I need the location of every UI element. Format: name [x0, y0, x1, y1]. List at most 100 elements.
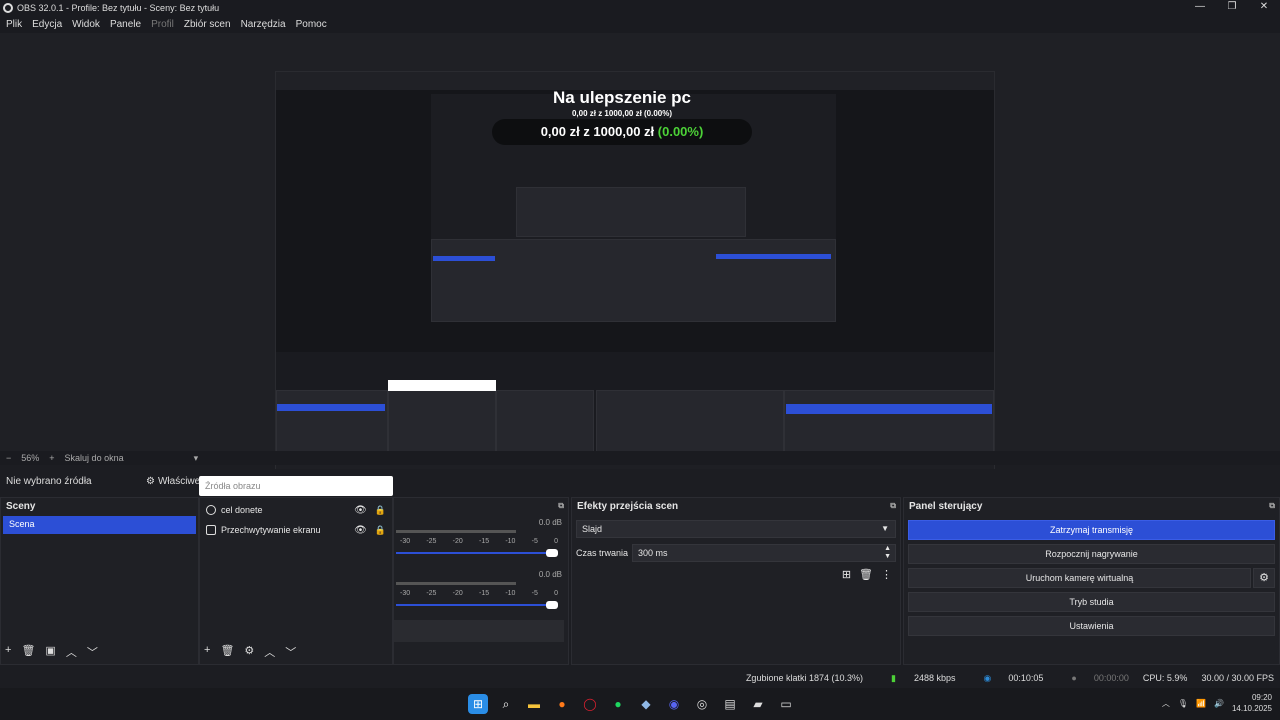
- epic-games-icon[interactable]: ▤: [720, 694, 740, 714]
- scenes-dock: Sceny Scena + 🗑 ▣ ︿ ﹀: [0, 497, 199, 665]
- microphone-icon[interactable]: 🎙: [1178, 699, 1188, 708]
- duration-field[interactable]: 300 ms ▲ ▼: [632, 544, 896, 562]
- preview-area[interactable]: Na ulepszenie pc 0,00 zł z 1000,00 zł (0…: [0, 33, 1280, 478]
- spinner-icon[interactable]: ▲ ▼: [884, 545, 891, 561]
- tray-chevron-icon[interactable]: ︿: [1162, 698, 1170, 709]
- no-source-label: Nie wybrano źródła: [6, 475, 92, 487]
- scale-mode[interactable]: Skaluj do okna: [65, 453, 124, 463]
- studio-mode-button[interactable]: Tryb studia: [908, 592, 1275, 612]
- duration-value: 300 ms: [638, 548, 668, 558]
- chevron-down-icon: ▼: [881, 524, 889, 533]
- goal-pill: 0,00 zł z 1000,00 zł (0.00%): [492, 119, 752, 145]
- signal-icon: ▮: [891, 672, 896, 683]
- file-explorer-icon[interactable]: ▬: [524, 694, 544, 714]
- sources-toolbar: + 🗑 ⚙ ︿ ﹀: [204, 644, 296, 660]
- display-capture-icon: [206, 525, 216, 535]
- transition-toolbar: ⊞ 🗑 ⋮: [842, 568, 892, 581]
- lock-icon[interactable]: 🔒: [375, 525, 386, 536]
- scene-item[interactable]: Scena: [3, 516, 196, 534]
- window-controls: — ❐ ✕: [1184, 0, 1280, 16]
- source-context-bar: Nie wybrano źródła ⚙ Właściwe: [0, 469, 1280, 493]
- clock-date: 14.10.2025: [1231, 704, 1272, 713]
- add-source-icon[interactable]: +: [204, 644, 210, 660]
- volume-slider[interactable]: [396, 549, 558, 557]
- lock-icon[interactable]: 🔒: [375, 505, 386, 516]
- add-scene-icon[interactable]: +: [5, 644, 11, 660]
- goal-percent: (0.00%): [657, 124, 704, 139]
- mixer-channel: 0.0 dB -30 -25 -20 -15 -10 -5 0: [394, 568, 568, 620]
- fps: 30.00 / 30.00 FPS: [1201, 673, 1274, 683]
- clock-time: 09:20: [1251, 693, 1272, 702]
- move-down-icon[interactable]: ﹀: [87, 644, 98, 660]
- steam-icon[interactable]: ◆: [636, 694, 656, 714]
- nested-title: [276, 72, 994, 82]
- source-item[interactable]: Przechwytywanie ekranu 👁 🔒: [200, 520, 392, 540]
- gear-icon: ⚙: [146, 475, 155, 487]
- menu-file[interactable]: Plik: [6, 19, 22, 30]
- delete-transition-icon[interactable]: 🗑: [859, 568, 873, 581]
- menu-help[interactable]: Pomoc: [296, 19, 327, 30]
- transition-select[interactable]: Slajd ▼: [576, 520, 896, 538]
- firefox-icon[interactable]: ●: [552, 694, 572, 714]
- settings-button[interactable]: Ustawienia: [908, 616, 1275, 636]
- clock[interactable]: 09:20 14.10.2025: [1232, 692, 1272, 714]
- minimize-button[interactable]: —: [1184, 0, 1216, 16]
- volume-db: 0.0 dB: [538, 518, 562, 527]
- stop-streaming-button[interactable]: Zatrzymaj transmisję: [908, 520, 1275, 540]
- source-item[interactable]: cel donete 👁 🔒: [200, 500, 392, 520]
- visibility-icon[interactable]: 👁: [354, 525, 367, 536]
- add-transition-icon[interactable]: ⊞: [842, 568, 851, 581]
- move-down-icon[interactable]: ﹀: [285, 644, 296, 660]
- app-icon[interactable]: ▰: [748, 694, 768, 714]
- menu-bar: Plik Edycja Widok Panele Profil Zbiór sc…: [0, 16, 1280, 33]
- transitions-title: Efekty przejścia scen: [577, 501, 679, 512]
- source-properties-icon[interactable]: ⚙: [244, 644, 254, 660]
- source-label: cel donete: [221, 505, 263, 515]
- delete-scene-icon[interactable]: 🗑: [21, 644, 35, 660]
- volume-db: 0.0 dB: [538, 570, 562, 579]
- spotify-icon[interactable]: ●: [608, 694, 628, 714]
- slider-knob[interactable]: [546, 601, 558, 609]
- menu-view[interactable]: Widok: [72, 19, 100, 30]
- volume-icon[interactable]: 🔊: [1214, 699, 1224, 708]
- close-button[interactable]: ✕: [1248, 0, 1280, 16]
- move-up-icon[interactable]: ︿: [66, 644, 77, 660]
- delete-source-icon[interactable]: 🗑: [220, 644, 234, 660]
- search-icon[interactable]: ⌕: [496, 694, 516, 714]
- opera-icon[interactable]: ◯: [580, 694, 600, 714]
- maximize-button[interactable]: ❐: [1216, 0, 1248, 16]
- discord-icon[interactable]: ◉: [664, 694, 684, 714]
- obs-taskbar-icon[interactable]: ◎: [692, 694, 712, 714]
- volume-slider[interactable]: [396, 601, 558, 609]
- scenes-toolbar: + 🗑 ▣ ︿ ﹀: [5, 644, 98, 660]
- gear-icon[interactable]: ⚙: [1253, 568, 1275, 588]
- zoom-out-button[interactable]: −: [6, 453, 11, 463]
- menu-edit[interactable]: Edycja: [32, 19, 62, 30]
- menu-docks[interactable]: Panele: [110, 19, 141, 30]
- more-options-icon[interactable]: ⋮: [881, 568, 892, 581]
- slider-knob[interactable]: [546, 549, 558, 557]
- menu-scene-collection[interactable]: Zbiór scen: [184, 19, 231, 30]
- wifi-icon[interactable]: 📶: [1196, 699, 1206, 708]
- virtual-camera-button[interactable]: Uruchom kamerę wirtualną: [908, 568, 1251, 588]
- undock-icon[interactable]: ⧉: [890, 501, 896, 511]
- menu-tools[interactable]: Narzędzia: [241, 19, 286, 30]
- zoom-in-button[interactable]: +: [49, 453, 54, 463]
- filters-icon[interactable]: ▣: [45, 644, 55, 660]
- audio-mixer-dock: ⧉ 0.0 dB -30 -25 -20 -15 -10 -5 0 0.0 dB…: [393, 497, 569, 665]
- undock-icon[interactable]: ⧉: [1269, 501, 1275, 511]
- properties-button[interactable]: ⚙ Właściwe: [146, 476, 200, 487]
- undock-icon[interactable]: ⧉: [558, 501, 564, 511]
- menu-profile[interactable]: Profil: [151, 19, 174, 30]
- source-label: Przechwytywanie ekranu: [221, 525, 321, 535]
- sources-dock: cel donete 👁 🔒 Przechwytywanie ekranu 👁 …: [199, 497, 393, 665]
- start-recording-button[interactable]: Rozpocznij nagrywanie: [908, 544, 1275, 564]
- scale-dropdown-icon[interactable]: ▾: [194, 453, 199, 464]
- terminal-icon[interactable]: ▭: [776, 694, 796, 714]
- move-up-icon[interactable]: ︿: [264, 644, 275, 660]
- visibility-icon[interactable]: 👁: [354, 505, 367, 516]
- goal-amount: 0,00 zł z 1000,00 zł: [540, 124, 655, 139]
- properties-label: Właściwe: [157, 475, 201, 487]
- meter-ticks: -30 -25 -20 -15 -10 -5 0: [400, 590, 558, 597]
- windows-start-icon[interactable]: ⊞: [468, 694, 488, 714]
